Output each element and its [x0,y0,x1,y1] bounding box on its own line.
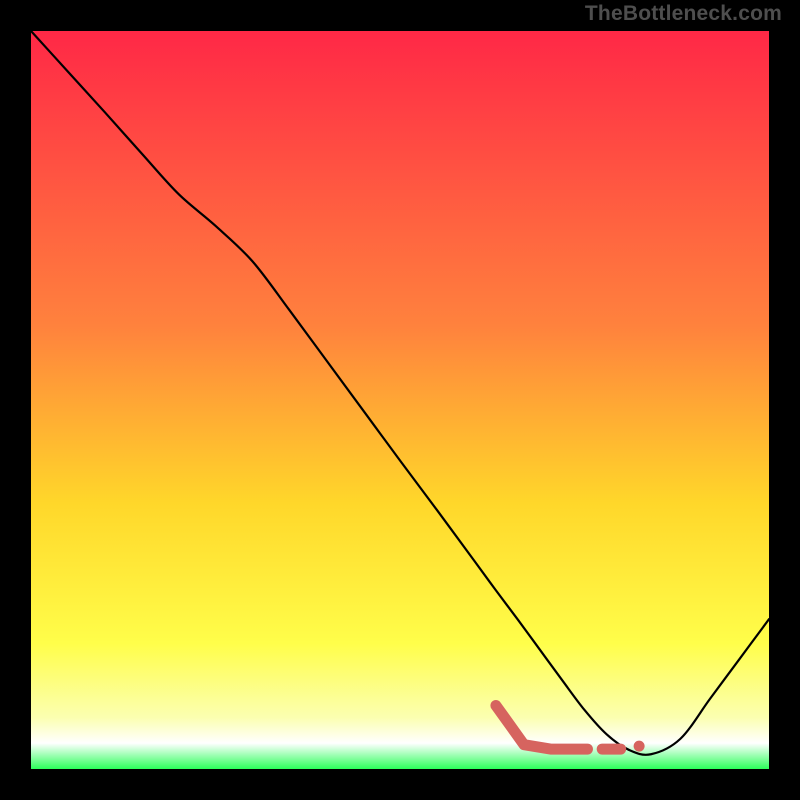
chart-container: TheBottleneck.com [0,0,800,800]
gradient-background [31,31,769,769]
highlight-dot [634,741,645,752]
plot-frame [31,31,769,769]
bottleneck-chart [31,31,769,769]
watermark-text: TheBottleneck.com [585,2,782,26]
